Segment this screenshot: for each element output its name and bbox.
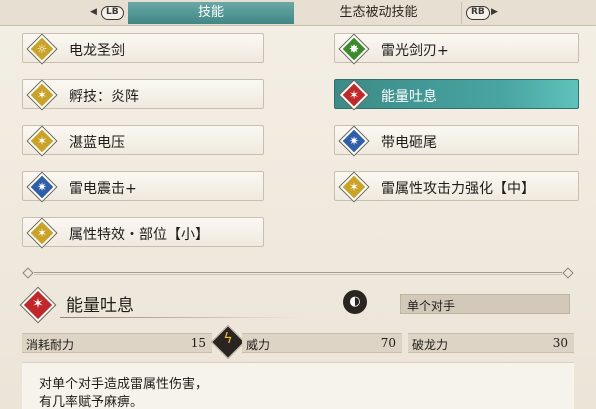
skill-label: 雷属性攻击力强化【中】: [381, 181, 535, 197]
title-underline: [60, 317, 300, 318]
skill-icon-glyph: ✶: [348, 88, 360, 102]
skill-thunder-icon: ✶: [339, 80, 369, 110]
skill-thunder-icon: ✶: [339, 172, 369, 202]
lightning-icon: ϟ: [223, 331, 233, 347]
single-target-icon: ◐: [343, 290, 367, 314]
stat-stamina-cost: 消耗耐力 15: [22, 333, 212, 353]
skill-icon-glyph: ✶: [348, 180, 360, 194]
skill-thunder-icon: ✷: [339, 126, 369, 156]
description-line-1: 对单个对手造成雷属性伤害，: [39, 377, 209, 392]
target-type-label: 单个对手: [407, 299, 456, 313]
divider-end-right: [562, 267, 574, 279]
skill-card[interactable]: ✶ 孵技：炎阵: [22, 79, 264, 110]
selected-skill-glyph: ✶: [32, 296, 44, 312]
skill-icon-glyph: ✷: [348, 134, 360, 148]
lb-button-hint[interactable]: LB: [101, 6, 124, 20]
description-line-2: 有几率赋予麻痹。: [39, 395, 144, 409]
skill-card[interactable]: ✷ 带电砸尾: [334, 125, 579, 156]
stat-value: 30: [552, 336, 568, 350]
skill-thunder-icon: ✶: [27, 126, 57, 156]
skill-icon-glyph: ☼: [36, 42, 48, 56]
tab-ecology-passive[interactable]: 生态被动技能: [296, 2, 462, 24]
skill-card-selected[interactable]: ✶ 能量吐息: [334, 79, 579, 110]
target-type-box: 单个对手: [400, 294, 570, 314]
skill-icon-glyph: ✷: [36, 180, 48, 194]
skill-thunder-icon: ✷: [27, 172, 57, 202]
skill-label: 雷光剑刃+: [381, 43, 449, 59]
skill-card[interactable]: ✸ 雷光剑刃+: [334, 33, 579, 64]
skill-icon-glyph: ✶: [36, 134, 48, 148]
skill-icon-glyph: ✶: [36, 88, 48, 102]
stat-value: 15: [190, 336, 206, 350]
skill-label: 雷电震击+: [69, 181, 137, 197]
skill-thunder-icon: ✶: [27, 218, 57, 248]
stat-dragon-break: 破龙力 30: [408, 333, 574, 353]
section-divider: [22, 267, 574, 279]
tab-skills[interactable]: 技能: [128, 2, 294, 24]
skill-card[interactable]: ✷ 雷电震击+: [22, 171, 264, 202]
skill-label: 湛蓝电压: [69, 135, 125, 151]
skill-label: 电龙圣剑: [69, 43, 125, 59]
stat-key: 消耗耐力: [26, 338, 75, 352]
skill-description: 对单个对手造成雷属性伤害， 有几率赋予麻痹。: [22, 362, 574, 409]
skill-thunder-icon: ✸: [339, 34, 369, 64]
skill-card[interactable]: ✶ 雷属性攻击力强化【中】: [334, 171, 579, 202]
skill-card[interactable]: ✶ 湛蓝电压: [22, 125, 264, 156]
skill-label: 属性特效・部位【小】: [69, 227, 209, 243]
skill-icon-glyph: ✶: [36, 226, 48, 240]
divider-end-left: [22, 267, 34, 279]
skill-thunder-icon: ✶: [27, 80, 57, 110]
arrow-right-icon: ▶: [491, 7, 498, 17]
skill-icon-glyph: ✸: [348, 42, 360, 56]
skill-label: 孵技：炎阵: [69, 89, 139, 105]
skill-card[interactable]: ✶ 属性特效・部位【小】: [22, 217, 264, 248]
skill-label: 带电砸尾: [381, 135, 437, 151]
tab-bar: ◀ LB 技能 生态被动技能 RB ▶: [0, 0, 596, 26]
divider-line-shadow: [34, 274, 562, 275]
selected-skill-icon: ✶: [20, 287, 56, 323]
stat-value: 70: [380, 336, 396, 350]
skill-card[interactable]: ☼ 电龙圣剑: [22, 33, 264, 64]
skill-thunder-icon: ☼: [27, 34, 57, 64]
stat-power: 威力 70: [242, 333, 402, 353]
selected-skill-title: 能量吐息: [66, 296, 134, 316]
stat-key: 威力: [246, 338, 271, 352]
skill-label: 能量吐息: [381, 89, 437, 105]
rb-button-hint[interactable]: RB: [466, 6, 490, 20]
stat-key: 破龙力: [412, 338, 449, 352]
arrow-left-icon: ◀: [90, 7, 97, 17]
divider-line: [34, 272, 562, 273]
